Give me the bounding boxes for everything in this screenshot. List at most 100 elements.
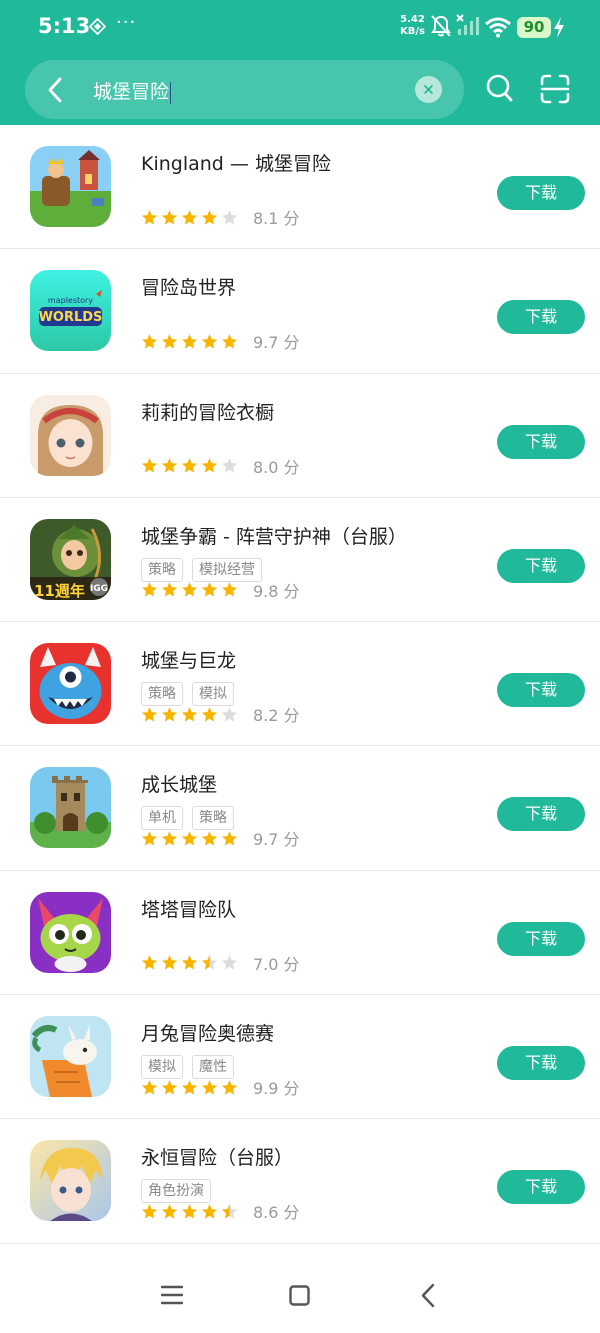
app-score: 9.8 分 — [253, 581, 300, 601]
app-name[interactable]: 成长城堡 — [141, 770, 217, 797]
download-button[interactable]: 下载 — [497, 921, 585, 956]
app-rating: 8.1 分 — [141, 207, 300, 228]
star-icon — [221, 458, 238, 473]
app-list-item[interactable]: 成长城堡 单机 策略 9.7 分 下载 — [0, 746, 600, 871]
star-icon — [201, 1203, 218, 1219]
app-list-item[interactable]: 城堡与巨龙 策略 模拟 8.2 分 下载 — [0, 622, 600, 747]
app-rating: 9.8 分 — [141, 580, 300, 601]
star-icon — [161, 582, 178, 597]
app-list-item[interactable]: 永恒冒险（台服） 角色扮演 8.6 分 下载 — [0, 1119, 600, 1244]
menu-icon[interactable] — [161, 1285, 183, 1305]
app-list-item[interactable]: 塔塔冒险队 7.0 分 下载 — [0, 871, 600, 996]
wifi-icon — [485, 17, 511, 38]
app-name[interactable]: Kingland — 城堡冒险 — [141, 149, 331, 176]
app-tag: 单机 — [141, 806, 183, 831]
download-button[interactable]: 下载 — [497, 548, 585, 583]
app-name[interactable]: 城堡与巨龙 — [141, 646, 236, 673]
app-name[interactable]: 城堡争霸 - 阵营守护神（台服） — [141, 522, 407, 549]
eternal-adventure-icon[interactable] — [30, 1140, 111, 1222]
status-bar: 5:13 ··· 5.42 KB/s 90 — [0, 0, 600, 56]
star-icon — [201, 209, 218, 225]
scan-icon[interactable] — [540, 74, 570, 104]
star-icon — [141, 209, 158, 225]
download-button[interactable]: 下载 — [497, 176, 585, 210]
star-rating — [141, 1079, 241, 1096]
home-icon[interactable] — [289, 1285, 310, 1306]
grow-castle-icon[interactable] — [30, 767, 111, 849]
app-name[interactable]: 冒险岛世界 — [141, 273, 236, 300]
back-arrow-icon[interactable] — [43, 76, 69, 104]
star-icon — [221, 831, 238, 846]
app-rating: 7.0 分 — [141, 953, 300, 974]
star-icon — [141, 706, 158, 722]
star-icon — [161, 955, 178, 970]
app-tags: 策略 模拟 — [141, 682, 234, 707]
app-rating: 8.0 分 — [141, 456, 300, 477]
star-icon — [201, 955, 218, 970]
search-input[interactable]: 城堡冒险 — [93, 77, 172, 104]
star-rating — [141, 954, 241, 971]
star-icon — [181, 1203, 198, 1219]
clear-search-button[interactable] — [415, 76, 442, 103]
star-rating — [141, 581, 241, 598]
app-list-item[interactable]: 11週年 IGG 城堡争霸 - 阵营守护神（台服） 策略 模拟经营 9.8 分 下载 — [0, 498, 600, 623]
star-icon — [141, 333, 158, 349]
download-button[interactable]: 下载 — [497, 424, 585, 459]
app-notification-icon — [89, 18, 106, 35]
app-list-item[interactable]: 月兔冒险奥德赛 模拟 魔性 9.9 分 下载 — [0, 995, 600, 1120]
castle-dragon-icon[interactable] — [30, 643, 111, 725]
app-list-item[interactable]: maplestory WORLDS 冒险岛世界 9.7 分 下载 — [0, 249, 600, 374]
star-rating — [141, 457, 241, 474]
app-name[interactable]: 永恒冒险（台服） — [141, 1143, 293, 1170]
app-tag: 魔性 — [192, 1055, 234, 1080]
castle-clash-icon[interactable]: 11週年 IGG — [30, 518, 111, 600]
star-icon — [141, 831, 158, 846]
star-icon — [161, 333, 178, 349]
more-notifications-icon: ··· — [116, 12, 137, 33]
star-icon — [221, 1079, 238, 1095]
star-icon — [181, 333, 198, 349]
app-rating: 9.9 分 — [141, 1077, 300, 1098]
star-icon — [221, 1203, 238, 1219]
star-icon — [201, 1079, 218, 1095]
download-button[interactable]: 下载 — [497, 1046, 585, 1081]
star-icon — [221, 706, 238, 722]
star-icon — [221, 209, 238, 225]
star-icon — [181, 1079, 198, 1095]
kingland-icon[interactable] — [30, 146, 111, 227]
star-icon — [221, 955, 238, 970]
tata-adventure-icon[interactable] — [30, 891, 111, 973]
star-icon — [201, 333, 218, 349]
moon-rabbit-icon[interactable] — [30, 1016, 111, 1098]
app-list-item[interactable]: 莉莉的冒险衣橱 8.0 分 下载 — [0, 374, 600, 498]
app-score: 8.6 分 — [253, 1203, 300, 1223]
status-time: 5:13 — [38, 14, 91, 38]
app-tag: 模拟经营 — [192, 557, 262, 582]
app-name[interactable]: 月兔冒险奥德赛 — [141, 1019, 274, 1046]
star-icon — [161, 1203, 178, 1219]
star-icon — [181, 706, 198, 722]
nav-back-icon[interactable] — [420, 1283, 436, 1308]
search-icon[interactable] — [486, 73, 514, 103]
star-rating — [141, 333, 241, 350]
star-rating — [141, 1203, 241, 1220]
app-tags: 单机 策略 — [141, 806, 234, 831]
download-button[interactable]: 下载 — [497, 797, 585, 832]
network-speed: 5.42 KB/s — [400, 14, 425, 37]
star-rating — [141, 209, 241, 226]
download-button[interactable]: 下载 — [497, 673, 585, 708]
app-name[interactable]: 莉莉的冒险衣橱 — [141, 398, 274, 425]
star-icon — [181, 458, 198, 473]
header: 5:13 ··· 5.42 KB/s 90 城堡冒险 — [0, 0, 600, 125]
star-icon — [141, 1079, 158, 1095]
app-name[interactable]: 塔塔冒险队 — [141, 895, 236, 922]
maplestory-worlds-icon[interactable]: maplestory WORLDS — [30, 270, 111, 352]
star-icon — [201, 706, 218, 722]
app-list-item[interactable]: Kingland — 城堡冒险 8.1 分 下载 — [0, 125, 600, 250]
svg-text:maplestory: maplestory — [48, 296, 93, 305]
download-button[interactable]: 下载 — [497, 300, 585, 335]
download-button[interactable]: 下载 — [497, 1170, 585, 1205]
battery-indicator: 90 — [517, 17, 551, 38]
lily-wardrobe-icon[interactable] — [30, 394, 111, 476]
app-tags: 模拟 魔性 — [141, 1055, 234, 1080]
